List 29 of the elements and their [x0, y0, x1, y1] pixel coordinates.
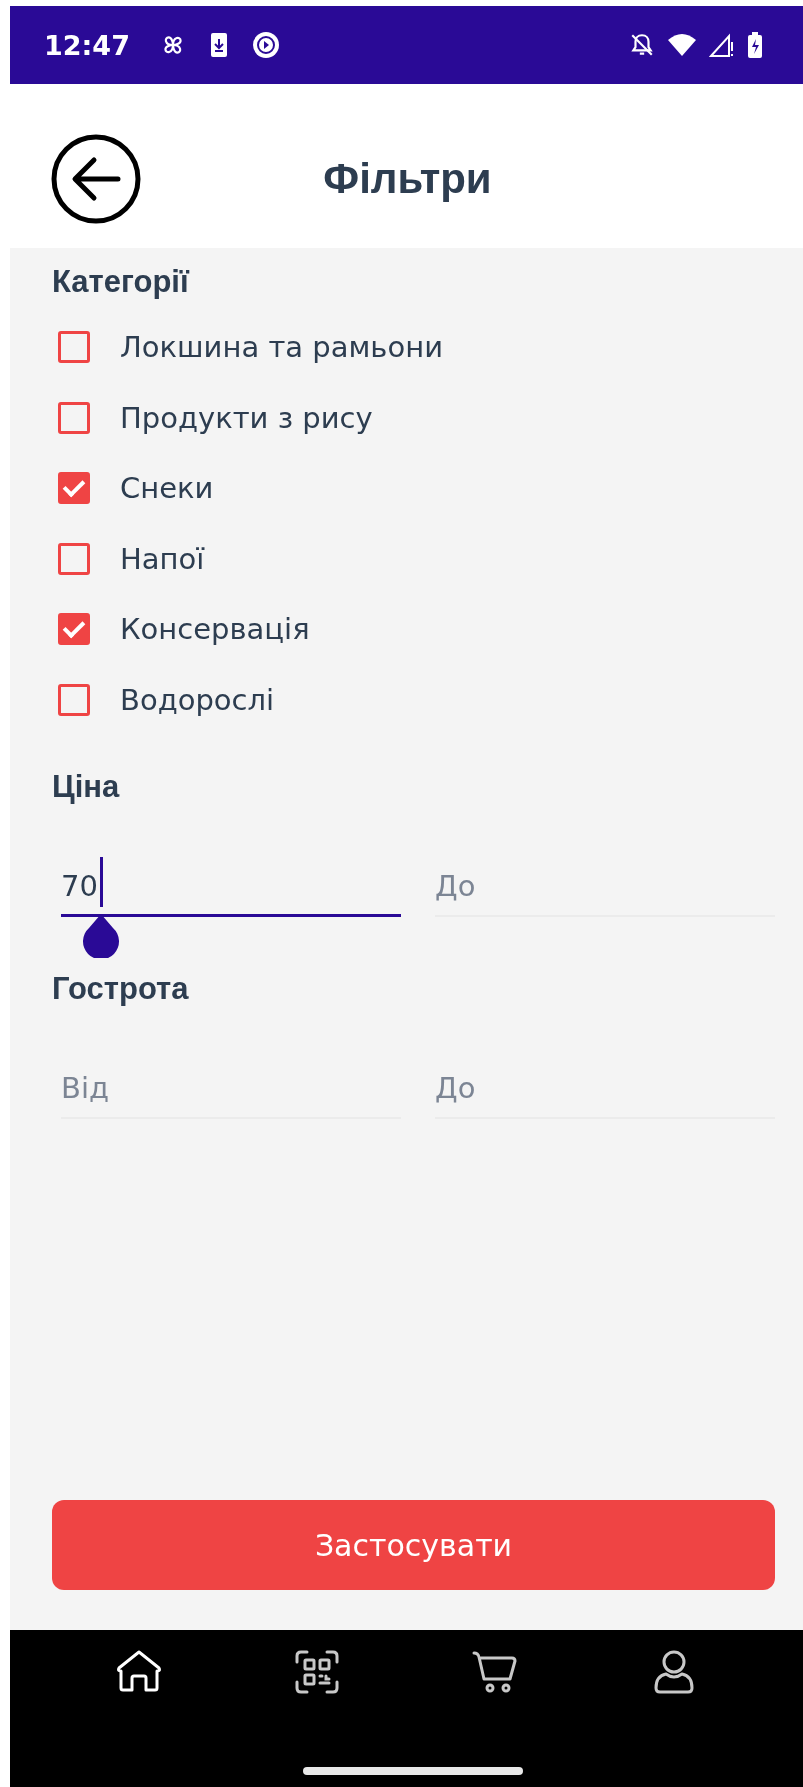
checkbox-label: Снеки: [120, 471, 214, 506]
back-button[interactable]: [50, 133, 142, 225]
wifi-icon: [667, 32, 697, 58]
checkbox-label: Локшина та рамьони: [120, 330, 443, 365]
checkbox[interactable]: [58, 613, 90, 646]
muted-bell-icon: [629, 32, 655, 58]
input-field[interactable]: До: [435, 1059, 775, 1119]
checkbox-label: Напої: [120, 541, 205, 576]
checkbox[interactable]: [58, 401, 90, 434]
input-field[interactable]: До: [435, 857, 775, 917]
checkbox[interactable]: [58, 542, 90, 575]
section-title: Ціна: [52, 769, 121, 806]
status-time: 12:47: [44, 29, 130, 61]
battery-icon: [747, 31, 763, 59]
checkbox[interactable]: [58, 683, 90, 716]
checkbox-label: Водорослі: [120, 682, 275, 717]
qr-code-icon[interactable]: [293, 1648, 342, 1696]
play-icon: [251, 31, 280, 59]
apply-button[interactable]: Застосувати: [52, 1500, 775, 1590]
checkbox-label: Консервація: [120, 612, 310, 647]
page-title: Фільтри: [322, 155, 493, 203]
input-field[interactable]: Від: [61, 1059, 401, 1119]
section-title: Категорії: [52, 264, 191, 301]
input-field[interactable]: 70: [61, 857, 401, 917]
section-title: Гострота: [52, 971, 190, 1008]
signal-icon: [709, 32, 735, 58]
checkbox[interactable]: [58, 472, 90, 505]
checkbox-label: Продукти з рису: [120, 400, 373, 435]
checkbox[interactable]: [58, 331, 90, 364]
